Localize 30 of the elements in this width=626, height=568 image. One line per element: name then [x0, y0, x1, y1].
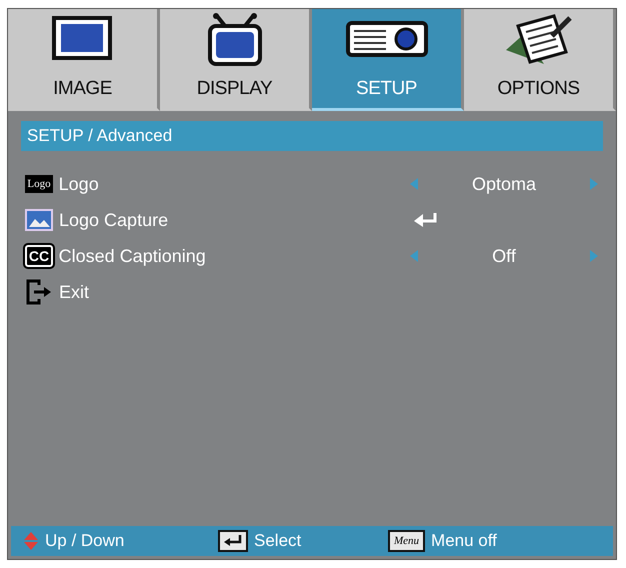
- right-arrow-icon: [589, 249, 599, 263]
- up-down-icon: [23, 532, 39, 550]
- option-value: Off: [491, 244, 517, 268]
- enter-icon: [413, 212, 439, 228]
- menu-tab[interactable]: OPTIONS: [464, 9, 616, 110]
- menu-item[interactable]: Closed Captioning: [58, 242, 409, 270]
- menu-tab[interactable]: SETUP: [312, 9, 464, 110]
- menu-item[interactable]: Exit: [59, 278, 413, 306]
- option-value: Optoma: [470, 172, 538, 196]
- menu-key: Menu: [388, 530, 426, 552]
- projector-icon: [346, 21, 428, 57]
- left-arrow-icon: [409, 177, 419, 191]
- left-arrow-icon: [409, 249, 419, 263]
- enter-key-icon: [218, 530, 248, 552]
- breadcrumb-bar: SETUP / Advanced: [21, 121, 603, 151]
- notepad-icon: [504, 12, 574, 66]
- right-arrow-icon: [589, 177, 599, 191]
- menu-tab[interactable]: DISPLAY: [160, 9, 312, 110]
- menu-item[interactable]: Logo Capture: [59, 206, 413, 234]
- image-icon: [25, 209, 53, 231]
- closed-caption-icon: CC: [25, 245, 53, 267]
- hint-label: Select: [254, 530, 302, 552]
- menu-item[interactable]: Logo: [58, 170, 409, 198]
- hint-label: Menu off: [431, 530, 497, 552]
- logo-icon: Logo: [25, 175, 53, 193]
- exit-icon: [25, 279, 53, 305]
- monitor-icon: [52, 16, 114, 62]
- hint-label: Up / Down: [45, 530, 124, 552]
- menu-tab[interactable]: IMAGE: [8, 9, 160, 110]
- tv-icon: [206, 12, 262, 66]
